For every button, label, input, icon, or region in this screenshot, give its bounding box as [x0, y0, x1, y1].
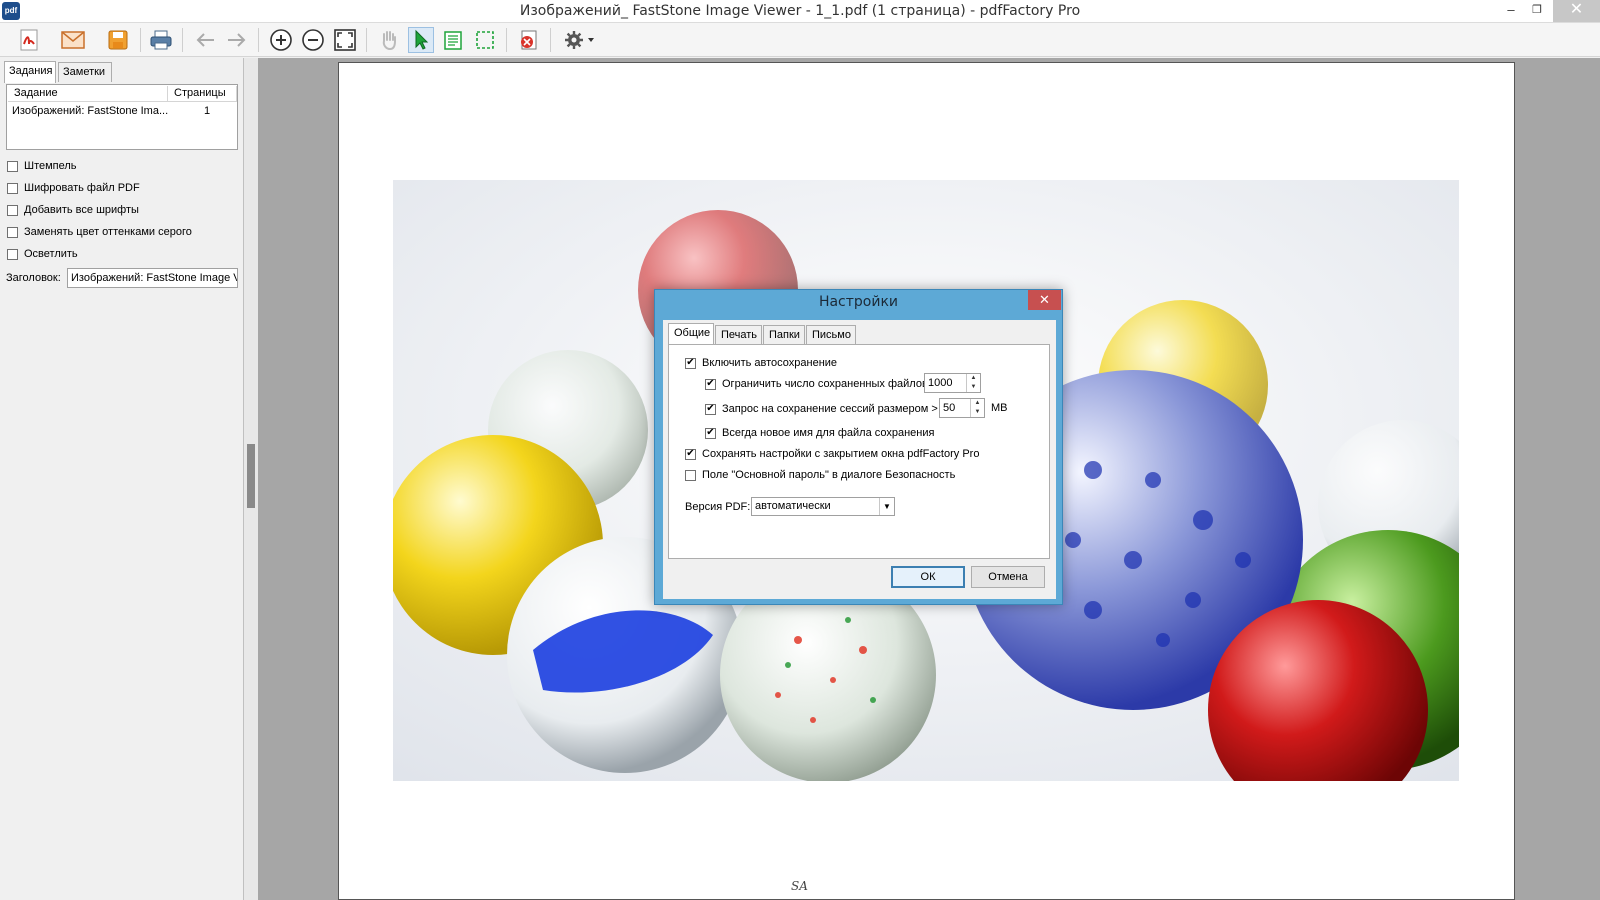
cancel-button[interactable]: Отмена: [971, 566, 1045, 588]
stamp-option[interactable]: Штемпель: [7, 158, 77, 174]
document-title-input[interactable]: Изображений: FastStone Image V: [67, 268, 238, 288]
limit-files-label: Ограничить число сохраненных файлов: [722, 378, 928, 390]
stepper-arrows-icon[interactable]: ▲ ▼: [970, 399, 984, 417]
new-name-checkbox[interactable]: ✔: [705, 427, 716, 439]
text-select-icon[interactable]: [440, 27, 466, 53]
email-icon[interactable]: [60, 27, 86, 53]
dialog-close-button[interactable]: ✕: [1028, 290, 1061, 310]
document-title-label: Заголовок:: [6, 272, 61, 284]
toolbar-separator: [366, 28, 367, 52]
dialog-title: Настройки: [818, 294, 899, 310]
ask-session-label: Запрос на сохранение сессий размером >: [722, 403, 938, 415]
limit-files-value: 1000: [928, 377, 953, 389]
embed-fonts-option[interactable]: Добавить все шрифты: [7, 202, 139, 218]
autosave-checkbox[interactable]: ✔: [685, 357, 696, 369]
toolbar-separator: [258, 28, 259, 52]
new-name-label: Всегда новое имя для файла сохранения: [722, 427, 935, 439]
save-settings-option[interactable]: ✔ Сохранять настройки с закрытием окна p…: [685, 446, 979, 462]
restore-button[interactable]: ❐: [1524, 0, 1550, 22]
embed-fonts-checkbox[interactable]: [7, 204, 18, 216]
chevron-down-icon[interactable]: ▼: [879, 498, 894, 515]
table-row-job-name[interactable]: Изображений: FastStone Ima...: [12, 105, 168, 117]
toolbar-separator: [182, 28, 183, 52]
jobs-table: Задание Страницы Изображений: FastStone …: [6, 84, 238, 150]
tab-print[interactable]: Печать: [715, 325, 762, 344]
pdf-version-select[interactable]: автоматически ▼: [751, 497, 895, 516]
tab-folders[interactable]: Папки: [763, 325, 805, 344]
lighten-option[interactable]: Осветлить: [7, 246, 78, 262]
stamp-checkbox[interactable]: [7, 160, 18, 172]
snapshot-icon[interactable]: [472, 27, 498, 53]
hand-tool-icon[interactable]: [376, 27, 402, 53]
print-icon[interactable]: [148, 27, 174, 53]
ask-session-checkbox[interactable]: ✔: [705, 403, 716, 415]
jobs-panel: Задания Заметки Задание Страницы Изображ…: [0, 58, 244, 900]
stamp-label: Штемпель: [24, 160, 77, 172]
close-window-button[interactable]: ✕: [1553, 0, 1600, 22]
master-password-option[interactable]: Поле "Основной пароль" в диалоге Безопас…: [685, 467, 955, 483]
stepper-arrows-icon[interactable]: ▲ ▼: [966, 374, 980, 392]
grayscale-label: Заменять цвет оттенками серого: [24, 226, 192, 238]
window-title: Изображений_ FastStone Image Viewer - 1_…: [519, 3, 1081, 19]
session-size-unit: МВ: [991, 402, 1008, 414]
back-arrow-icon[interactable]: [192, 27, 218, 53]
pdf-version-label: Версия PDF:: [685, 501, 751, 513]
save-settings-checkbox[interactable]: ✔: [685, 448, 696, 460]
autosave-option[interactable]: ✔ Включить автосохранение: [685, 355, 837, 371]
toolbar-separator: [140, 28, 141, 52]
limit-files-checkbox[interactable]: ✔: [705, 378, 716, 390]
lighten-checkbox[interactable]: [7, 248, 18, 260]
forward-arrow-icon[interactable]: [224, 27, 250, 53]
lighten-label: Осветлить: [24, 248, 78, 260]
ok-button[interactable]: ОК: [891, 566, 965, 588]
tab-jobs[interactable]: Задания: [4, 61, 56, 83]
zoom-in-icon[interactable]: [268, 27, 294, 53]
settings-dialog: Настройки ✕ Общие Печать Папки Письмо ✔ …: [654, 289, 1063, 605]
encrypt-option[interactable]: Шифровать файл PDF: [7, 180, 140, 196]
embed-fonts-label: Добавить все шрифты: [24, 204, 139, 216]
save-pdf-icon[interactable]: [16, 27, 42, 53]
table-row-job-pages: 1: [204, 105, 211, 117]
page-footer-mark: SA: [791, 879, 808, 893]
select-arrow-icon[interactable]: [408, 27, 434, 53]
splitter-handle[interactable]: [247, 444, 255, 508]
column-header-pages[interactable]: Страницы: [168, 86, 237, 102]
encrypt-label: Шифровать файл PDF: [24, 182, 140, 194]
toolbar-separator: [506, 28, 507, 52]
dialog-body: Общие Печать Папки Письмо ✔ Включить авт…: [663, 320, 1056, 599]
pdf-version-value: автоматически: [755, 500, 831, 512]
save-icon[interactable]: [105, 27, 131, 53]
limit-files-stepper[interactable]: 1000 ▲ ▼: [924, 373, 981, 393]
title-bar: pdf Изображений_ FastStone Image Viewer …: [0, 0, 1600, 23]
master-password-label: Поле "Основной пароль" в диалоге Безопас…: [702, 469, 956, 481]
save-settings-label: Сохранять настройки с закрытием окна pdf…: [702, 448, 980, 460]
column-header-job[interactable]: Задание: [8, 86, 168, 102]
encrypt-checkbox[interactable]: [7, 182, 18, 194]
grayscale-option[interactable]: Заменять цвет оттенками серого: [7, 224, 192, 240]
minimize-button[interactable]: –: [1498, 0, 1524, 22]
settings-gear-icon[interactable]: [560, 27, 600, 53]
toolbar-separator: [550, 28, 551, 52]
fit-page-icon[interactable]: [332, 27, 358, 53]
new-name-option[interactable]: ✔ Всегда новое имя для файла сохранения: [705, 425, 934, 441]
limit-files-option[interactable]: ✔ Ограничить число сохраненных файлов: [705, 376, 928, 392]
zoom-out-icon[interactable]: [300, 27, 326, 53]
session-size-value: 50: [943, 402, 956, 414]
tab-mail[interactable]: Письмо: [806, 325, 856, 344]
ask-session-option[interactable]: ✔ Запрос на сохранение сессий размером >: [705, 401, 938, 417]
tab-general[interactable]: Общие: [668, 323, 714, 345]
general-tab-panel: ✔ Включить автосохранение ✔ Ограничить ч…: [668, 344, 1050, 559]
toolbar: [0, 23, 1600, 57]
delete-page-icon[interactable]: [516, 27, 542, 53]
tab-notes[interactable]: Заметки: [58, 62, 112, 82]
panel-splitter[interactable]: [244, 58, 258, 900]
grayscale-checkbox[interactable]: [7, 226, 18, 238]
master-password-checkbox[interactable]: [685, 469, 696, 481]
autosave-label: Включить автосохранение: [702, 357, 838, 369]
session-size-stepper[interactable]: 50 ▲ ▼: [939, 398, 985, 418]
